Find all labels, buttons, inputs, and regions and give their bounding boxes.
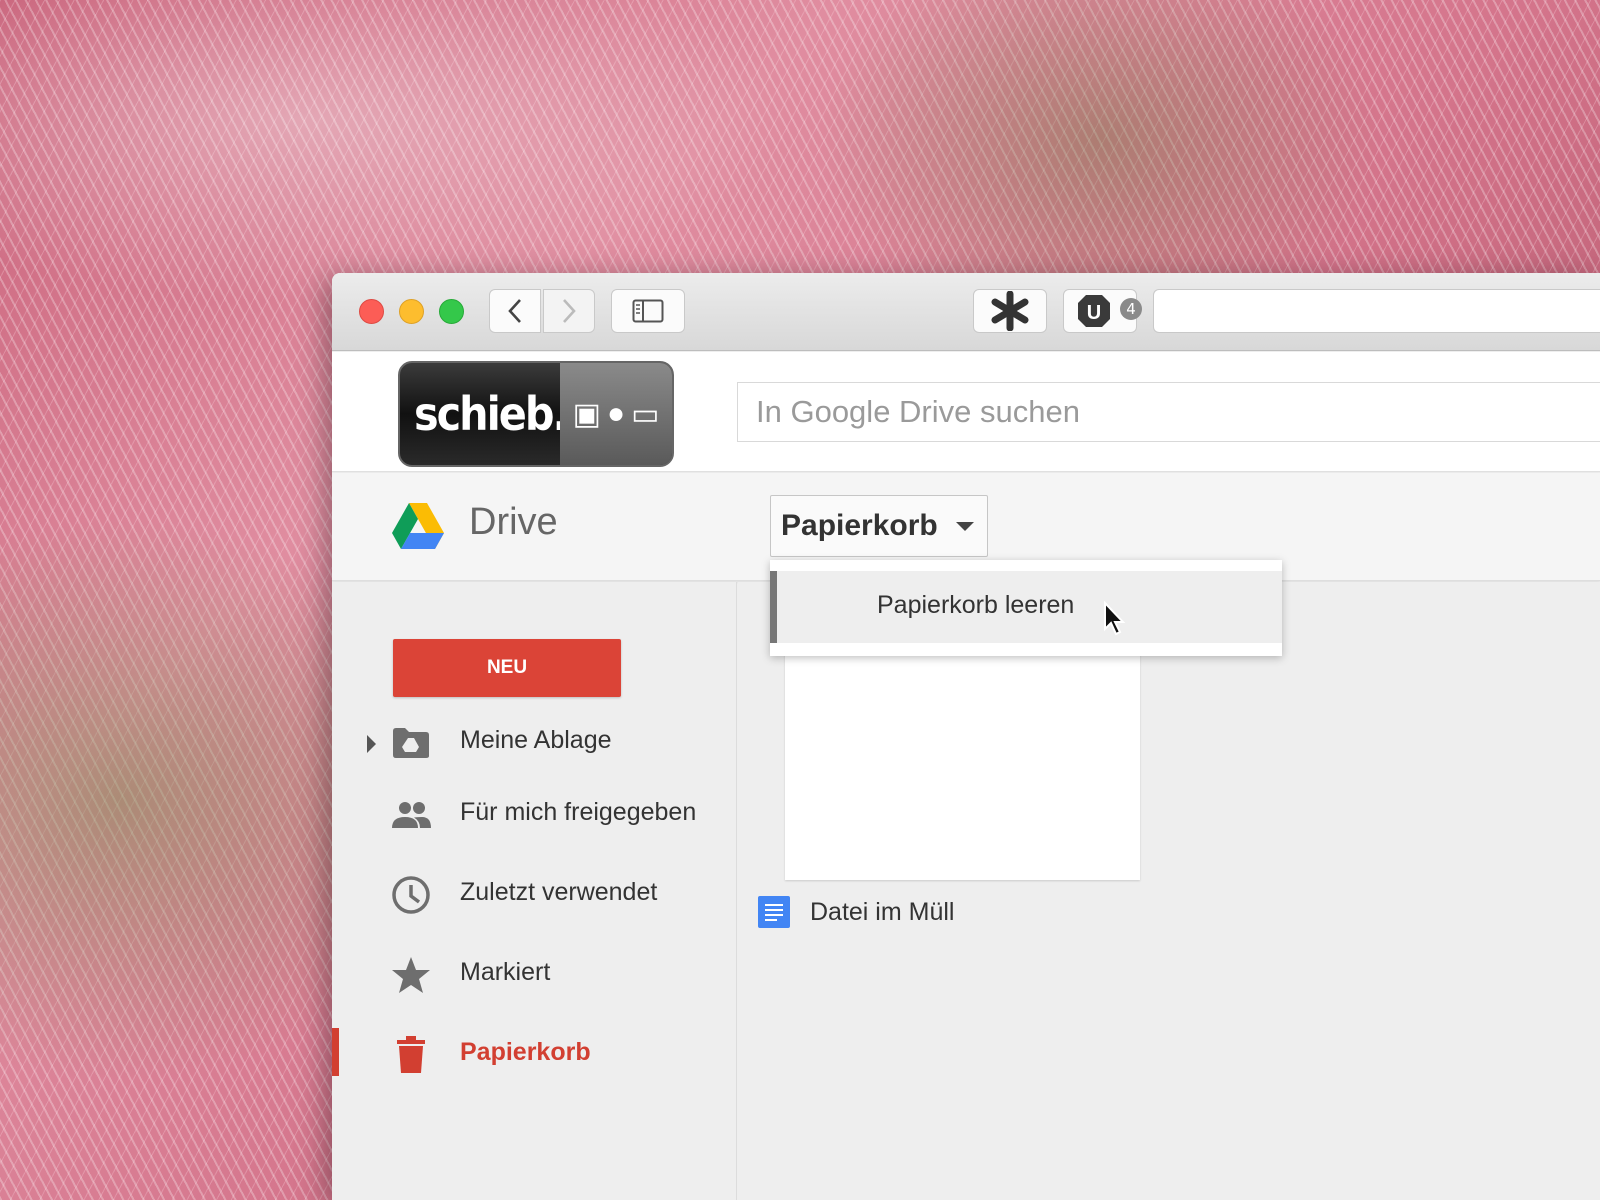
minimize-window-button[interactable] (399, 299, 424, 324)
forward-button[interactable] (543, 289, 595, 333)
trash-icon (390, 1034, 432, 1076)
nav-item-my-drive[interactable]: Meine Ablage (332, 712, 737, 772)
menu-item-label: Papierkorb leeren (877, 591, 1075, 619)
site-logo[interactable]: schieb.de ▣ ● ▭ (398, 361, 674, 467)
address-bar[interactable] (1153, 289, 1600, 333)
asterisk-icon (991, 291, 1029, 331)
google-drive-icon (392, 503, 444, 549)
logo-icons: ▣ ● ▭ (560, 363, 672, 465)
file-thumbnail[interactable] (785, 632, 1140, 880)
active-indicator (332, 1028, 339, 1076)
star-icon (390, 954, 432, 996)
drive-folder-icon (390, 722, 432, 764)
nav-item-recent[interactable]: Zuletzt verwendet (332, 864, 737, 924)
extension-badge: 4 (1120, 298, 1142, 320)
search-input[interactable]: In Google Drive suchen (737, 382, 1600, 442)
new-button[interactable]: NEU (393, 639, 621, 697)
left-navigation: NEU Meine Ablage Für mich freigegeben Zu… (332, 582, 737, 1200)
file-item[interactable]: Datei im Müll (758, 892, 954, 932)
folder-dropdown-button[interactable]: Papierkorb (770, 495, 988, 557)
chevron-left-icon (508, 299, 521, 323)
back-button[interactable] (489, 289, 541, 333)
drive-header: schieb.de ▣ ● ▭ In Google Drive suchen (332, 352, 1600, 472)
ublock-extension-button[interactable]: U 4 (1063, 289, 1142, 333)
nav-item-label: Markiert (460, 958, 551, 986)
robot-icon: ● (606, 397, 626, 430)
zoom-window-button[interactable] (439, 299, 464, 324)
nav-item-trash[interactable]: Papierkorb (332, 1024, 737, 1084)
people-icon (390, 794, 432, 836)
doc-icon (758, 896, 790, 928)
sidebar-icon (632, 299, 664, 323)
folder-dropdown-menu: Papierkorb leeren (770, 560, 1282, 656)
sidebar-toggle-button[interactable] (611, 289, 685, 333)
logo-text: schieb.de (414, 387, 622, 441)
file-area: Datei im Müll (738, 582, 1600, 1200)
current-folder-label: Papierkorb (781, 509, 938, 542)
nav-item-label: Zuletzt verwendet (460, 878, 658, 906)
shield-u-icon: U (1078, 295, 1110, 327)
clock-icon (390, 874, 432, 916)
browser-toolbar: U 4 (332, 273, 1600, 351)
camera-icon: ▣ (572, 397, 601, 431)
caret-down-icon (955, 521, 974, 531)
monitor-icon: ▭ (631, 397, 660, 431)
chevron-right-icon (563, 299, 576, 323)
svg-text:U: U (1087, 302, 1101, 324)
nav-item-starred[interactable]: Markiert (332, 944, 737, 1004)
nav-item-label: Für mich freigegeben (460, 798, 697, 826)
drive-title: Drive (469, 501, 558, 543)
file-name: Datei im Müll (810, 897, 955, 926)
browser-window: U 4 schieb.de ▣ ● ▭ In Google Drive such… (332, 273, 1600, 1200)
expand-arrow-icon[interactable] (367, 735, 376, 753)
nav-item-label: Meine Ablage (460, 726, 612, 754)
menu-item-empty-trash[interactable]: Papierkorb leeren (770, 571, 1282, 643)
mouse-cursor-icon (1104, 601, 1126, 636)
password-extension-button[interactable] (973, 289, 1047, 333)
nav-item-label: Papierkorb (460, 1038, 591, 1066)
close-window-button[interactable] (359, 299, 384, 324)
nav-item-shared[interactable]: Für mich freigegeben (332, 784, 737, 844)
